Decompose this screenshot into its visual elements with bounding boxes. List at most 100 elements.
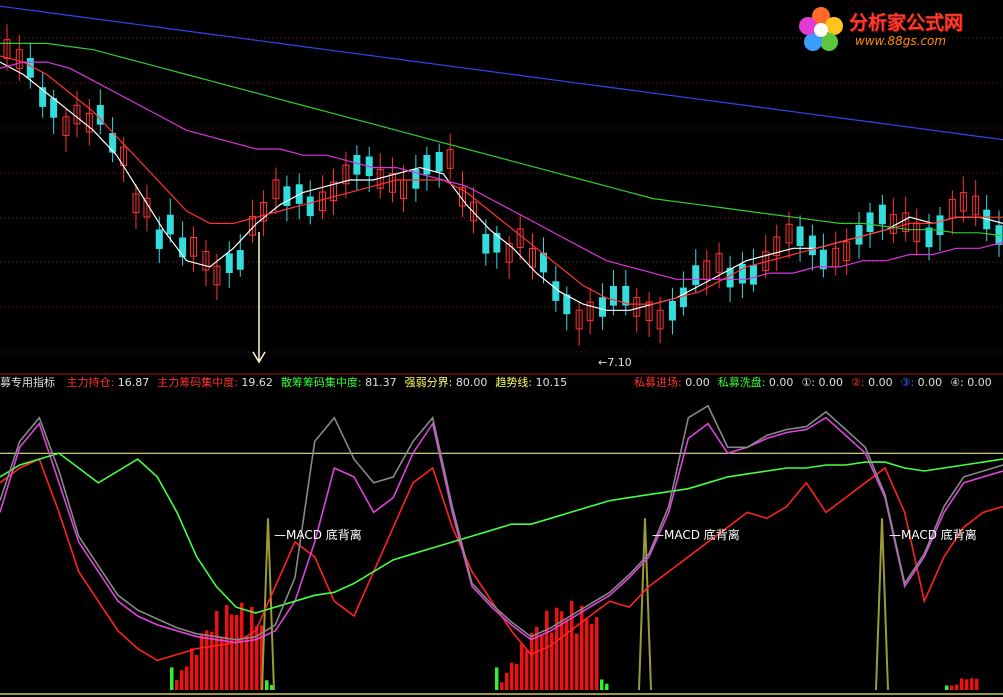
candle-body bbox=[598, 297, 606, 317]
histogram-red-bar bbox=[525, 649, 529, 690]
low-price-label: ←7.10 bbox=[598, 356, 632, 369]
candle-body bbox=[552, 281, 560, 301]
candle-body bbox=[306, 196, 314, 217]
candle-body bbox=[609, 285, 617, 306]
indicator-line-1 bbox=[0, 458, 1003, 662]
macd-divergence-label: —MACD 底背离 bbox=[889, 527, 977, 542]
histogram-red-bar bbox=[500, 682, 504, 690]
candle-body bbox=[482, 233, 490, 254]
candle-body bbox=[155, 229, 163, 250]
candle-body bbox=[423, 154, 431, 175]
legend-item-label: 强弱分界: bbox=[404, 376, 453, 389]
macd-divergence-label: —MACD 底背离 bbox=[652, 527, 740, 542]
legend-right-item-value: 0.00 bbox=[963, 376, 992, 389]
histogram-green-bar bbox=[495, 667, 499, 690]
histogram-red-bar bbox=[175, 680, 179, 690]
histogram-red-bar bbox=[965, 679, 969, 690]
ma-line-1 bbox=[0, 61, 1003, 311]
histogram-red-bar bbox=[585, 619, 589, 690]
macd-divergence-label: —MACD 底背离 bbox=[274, 527, 362, 542]
histogram-red-bar bbox=[575, 633, 579, 690]
candle-body bbox=[668, 300, 676, 321]
legend-item-value: 19.62 bbox=[237, 376, 273, 389]
candle-body bbox=[936, 215, 944, 236]
histogram-green-bar bbox=[945, 685, 949, 690]
histogram-red-bar bbox=[970, 678, 974, 690]
candle-body bbox=[878, 204, 886, 225]
divergence-spike bbox=[875, 518, 889, 691]
histogram-red-bar bbox=[510, 662, 514, 690]
logo-url: www.88gs.com bbox=[855, 34, 947, 48]
histogram-green-bar bbox=[265, 680, 269, 690]
legend-items: 主力持仓: 16.87 主力筹码集中度: 19.62 散筹筹码集中度: 81.37 强… bbox=[59, 376, 568, 389]
histogram-green-bar bbox=[605, 683, 609, 690]
legend-item-value: 80.00 bbox=[452, 376, 488, 389]
candle-body bbox=[808, 235, 816, 256]
flower-logo-icon bbox=[799, 7, 843, 51]
candle-body bbox=[26, 58, 34, 78]
histogram-red-bar bbox=[515, 664, 519, 690]
histogram-red-bar bbox=[550, 632, 554, 690]
legend-item-value: 16.87 bbox=[114, 376, 150, 389]
candle-body bbox=[50, 98, 58, 118]
legend-right-item-label: ④: bbox=[950, 376, 964, 389]
histogram-red-bar bbox=[185, 666, 189, 690]
candle-body bbox=[353, 154, 361, 175]
legend-right-item-value: 0.00 bbox=[765, 376, 794, 389]
indicator-line-3 bbox=[0, 452, 1003, 614]
candle-body bbox=[563, 294, 571, 315]
candle-body bbox=[179, 237, 187, 258]
histogram-red-bar bbox=[200, 633, 204, 690]
histogram-green-bar bbox=[600, 679, 604, 690]
histogram-red-bar bbox=[520, 643, 524, 690]
indicator-line-2 bbox=[0, 416, 1003, 644]
histogram-red-bar bbox=[565, 619, 569, 690]
candle-body bbox=[166, 214, 174, 235]
histogram-red-bar bbox=[975, 678, 979, 690]
candle-body bbox=[679, 287, 687, 308]
legend-right-item-value: 0.00 bbox=[864, 376, 893, 389]
histogram-red-bar bbox=[530, 633, 534, 690]
histogram-red-bar bbox=[225, 605, 229, 690]
candle-body bbox=[819, 249, 827, 270]
histogram-red-bar bbox=[590, 623, 594, 690]
legend-right-item-label: 私募进场: bbox=[634, 376, 682, 389]
histogram-red-bar bbox=[545, 610, 549, 690]
legend-right-item-value: 0.00 bbox=[914, 376, 943, 389]
histogram-green-bar bbox=[170, 667, 174, 690]
legend-item-label: 主力筹码集中度: bbox=[157, 376, 238, 389]
candle-body bbox=[493, 232, 501, 253]
logo-title: 分析家公式网 bbox=[849, 12, 964, 34]
histogram-red-bar bbox=[240, 602, 244, 690]
legend-item-label: 主力持仓: bbox=[66, 376, 115, 389]
legend-item-value: 81.37 bbox=[361, 376, 397, 389]
candle-body bbox=[236, 250, 244, 270]
histogram-red-bar bbox=[250, 606, 254, 690]
histogram-red-bar bbox=[580, 605, 584, 690]
histogram-red-bar bbox=[595, 617, 599, 690]
candle-body bbox=[749, 265, 757, 285]
indicator-panel[interactable]: —MACD 底背离 —MACD 底背离 —MACD 底背离 bbox=[0, 404, 1003, 695]
histogram-red-bar bbox=[210, 631, 214, 690]
histogram-red-bar bbox=[215, 610, 219, 690]
histogram-red-bar bbox=[505, 672, 509, 690]
legend-item-value: 10.15 bbox=[532, 376, 568, 389]
legend-right-item-label: 私募洗盘: bbox=[717, 376, 766, 389]
candle-body bbox=[435, 151, 443, 172]
histogram-red-bar bbox=[180, 670, 184, 690]
histogram-red-bar bbox=[245, 636, 249, 690]
ma-line-3 bbox=[0, 61, 1003, 280]
site-logo: 分析家公式网 www.88gs.com bbox=[795, 4, 995, 56]
price-panel[interactable]: ←7.10 bbox=[0, 5, 1003, 369]
divergence-spike bbox=[638, 518, 652, 691]
stock-chart[interactable]: ←7.10 —MACD 底背离 —MACD 底背离 —MACD 底背离 bbox=[0, 0, 1003, 697]
legend-item-label: 趋势线: bbox=[495, 376, 533, 389]
candle-body bbox=[225, 253, 233, 274]
candle-body bbox=[692, 265, 700, 285]
candle-body bbox=[796, 226, 804, 247]
ma-line-2 bbox=[0, 55, 1003, 305]
histogram-red-bar bbox=[950, 685, 954, 690]
histogram-red-bar bbox=[955, 684, 959, 690]
histogram-red-bar bbox=[960, 678, 964, 690]
histogram-red-bar bbox=[230, 614, 234, 690]
